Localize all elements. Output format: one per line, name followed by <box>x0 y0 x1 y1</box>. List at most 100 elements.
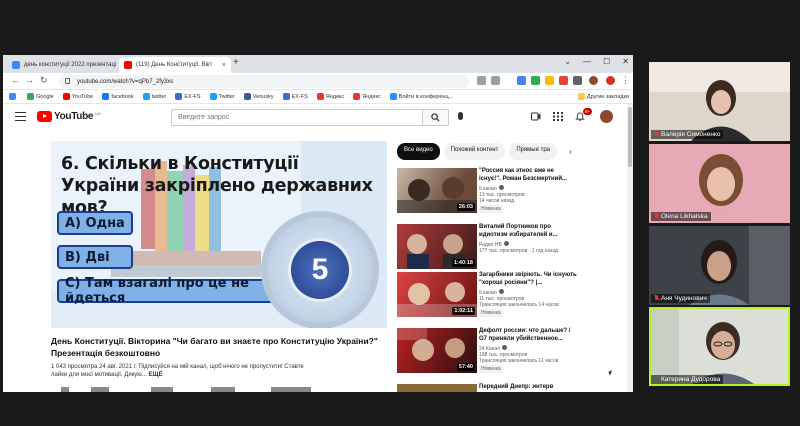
suggested-video[interactable]: 1:02:11 Загарбники звіріють. Чи існують … <box>397 272 579 323</box>
bookmark-item[interactable]: Google <box>27 93 54 100</box>
youtube-play-icon <box>37 111 52 122</box>
participant-name: Olena Likhatska <box>651 212 711 221</box>
bookmark-item[interactable]: Twitter <box>209 93 235 100</box>
browser-tab-2[interactable]: (119) День Конституції. Вікт × <box>119 57 231 73</box>
yandex-icon <box>316 93 324 100</box>
extension-icon[interactable] <box>531 76 540 85</box>
bookmark-item[interactable]: EX-FS <box>175 93 201 100</box>
mic-muted-icon <box>654 131 660 137</box>
share-icon[interactable] <box>477 76 486 85</box>
reload-icon[interactable]: ↻ <box>40 75 48 86</box>
video-thumbnail: 1:02:11 <box>397 272 477 317</box>
description-line: 1 043 просмотра 24 авг. 2021 г. Підписуй… <box>51 364 304 370</box>
participant-tile[interactable]: Валерія Симоненко <box>649 62 790 141</box>
participant-tile[interactable]: Аня Чудинович <box>649 226 790 305</box>
menu-dots-icon[interactable]: ⋮ <box>621 75 630 86</box>
folder-icon <box>577 93 585 100</box>
bookmark-item[interactable]: Яндекс <box>353 93 381 100</box>
shared-screen-browser: день конституції 2022 презентаці × (119)… <box>3 55 633 392</box>
tab-title: (119) День Конституції. Вікт <box>136 62 213 68</box>
puzzle-icon[interactable] <box>573 76 582 85</box>
quiz-answer-b: В) Дві <box>57 245 133 269</box>
search-input[interactable]: Введите запрос <box>171 109 423 126</box>
bookmark-item[interactable]: Войти в конференц... <box>389 93 453 100</box>
show-more-link[interactable]: ЕЩЁ <box>148 372 162 378</box>
bookmark-item[interactable]: YouTube <box>62 93 93 100</box>
participant-tile[interactable]: Olena Likhatska <box>649 144 790 223</box>
other-bookmarks[interactable]: Другие закладки <box>577 93 633 100</box>
participant-tile-active-speaker[interactable]: Катерина Дудорова <box>649 307 790 386</box>
verified-check-icon <box>503 241 509 246</box>
profile-icon[interactable] <box>606 76 615 85</box>
tab-search-icon[interactable]: ⌄ <box>564 57 571 66</box>
close-tab-icon[interactable]: × <box>222 62 226 69</box>
extension-icon[interactable] <box>517 76 526 85</box>
bookmark-item[interactable] <box>9 93 18 100</box>
browser-tab-1[interactable]: день конституції 2022 презентаці × <box>7 57 119 73</box>
bookmark-item[interactable]: Venusky <box>243 93 274 100</box>
chip-live[interactable]: Прямые тра <box>509 143 558 160</box>
bookmarks-bar: Google YouTube facebook twitter EX-FS Tw… <box>3 90 633 104</box>
bookmark-item[interactable]: Яндекс <box>316 93 344 100</box>
video-description[interactable]: 1 043 просмотра 24 авг. 2021 г. Підписуй… <box>51 363 391 379</box>
tab-bar: день конституції 2022 презентаці × (119)… <box>3 55 633 73</box>
participant-name: Катерина Дудорова <box>651 375 724 384</box>
suggested-video[interactable]: 1:40:18 Виталий Портников про идиотизм и… <box>397 224 579 275</box>
chip-all-videos[interactable]: Все видео <box>397 143 440 160</box>
voice-search-mic-icon[interactable] <box>458 112 463 120</box>
zoom-icon <box>389 93 397 100</box>
close-window-icon[interactable]: ✕ <box>622 57 629 66</box>
vk-icon <box>243 93 251 100</box>
extension-icon[interactable] <box>559 76 568 85</box>
profile-avatar-icon[interactable] <box>589 76 598 85</box>
video-thumbnail: 1:40:18 <box>397 224 477 269</box>
scrollbar-thumb[interactable] <box>628 107 632 167</box>
suggested-title: Виталий Портников про идиотизм избирател… <box>479 224 558 238</box>
bookmark-item[interactable]: facebook <box>102 93 134 100</box>
new-tab-button[interactable]: + <box>233 57 239 68</box>
video-player[interactable]: 6. Скільки в Конституції України закріпл… <box>51 141 387 328</box>
search-button[interactable] <box>423 109 449 126</box>
account-avatar[interactable] <box>600 110 613 123</box>
suggested-title: Загарбники звіріють. Чи існують "хороші … <box>479 272 577 286</box>
back-arrow-icon[interactable]: ← <box>11 75 20 85</box>
participant-name: Валерія Симоненко <box>651 130 724 139</box>
suggested-video[interactable]: Передний Днепр: интерв <box>397 384 579 392</box>
apps-grid-icon[interactable] <box>553 112 563 121</box>
new-badge: Новинка <box>479 365 503 373</box>
chevron-right-icon[interactable]: › <box>569 147 572 156</box>
action-buttons-cropped[interactable] <box>51 385 391 392</box>
youtube-icon <box>62 93 70 100</box>
video-duration: 57:40 <box>456 363 475 371</box>
suggested-video[interactable]: 57:40 Дефолт россии: что дальше? / G7 пр… <box>397 328 579 379</box>
chip-related[interactable]: Похожий контент <box>443 143 506 160</box>
participant-name: Аня Чудинович <box>651 294 710 303</box>
address-bar[interactable]: youtube.com/watch?v=qPb7_2fy3xs <box>59 75 469 88</box>
youtube-logo[interactable]: YouTube UA <box>37 111 101 122</box>
exfs-icon <box>175 93 183 100</box>
create-video-icon[interactable] <box>531 112 541 121</box>
hamburger-menu-icon[interactable] <box>15 112 26 121</box>
bookmark-item[interactable]: twitter <box>142 93 166 100</box>
description-line: лайки для моєї мотивації. Дякую... ЕЩЁ <box>51 372 163 378</box>
google-icon <box>27 93 34 100</box>
bookmark-item[interactable]: EX-FS <box>282 93 308 100</box>
quiz-answer-a: А) Одна <box>57 211 133 235</box>
youtube-header: YouTube UA Введите запрос 9+ <box>3 104 633 131</box>
video-stats: 11 тыс. просмотров Трансляция закончилась… <box>479 296 559 308</box>
video-duration: 26:03 <box>456 203 475 211</box>
bookmark-star-icon[interactable] <box>491 76 500 85</box>
channel-name: 24 Канал <box>479 345 577 352</box>
forward-arrow-icon[interactable]: → <box>25 75 34 85</box>
verified-check-icon <box>502 345 508 350</box>
twitter-icon <box>209 93 217 100</box>
minimize-icon[interactable]: — <box>583 57 591 66</box>
video-stats: 177 тыс. просмотров · 1 год назад <box>479 248 559 254</box>
mic-muted-icon <box>654 295 660 301</box>
suggested-title: Дефолт россии: что дальше? / G7 приняли … <box>479 328 571 342</box>
maximize-icon[interactable]: ☐ <box>603 57 610 66</box>
video-thumbnail: 26:03 <box>397 168 477 213</box>
suggested-video[interactable]: 26:03 "Россия как этнос вже не існує!". … <box>397 168 579 219</box>
countdown-number: 5 <box>291 241 349 299</box>
extension-icon[interactable] <box>545 76 554 85</box>
